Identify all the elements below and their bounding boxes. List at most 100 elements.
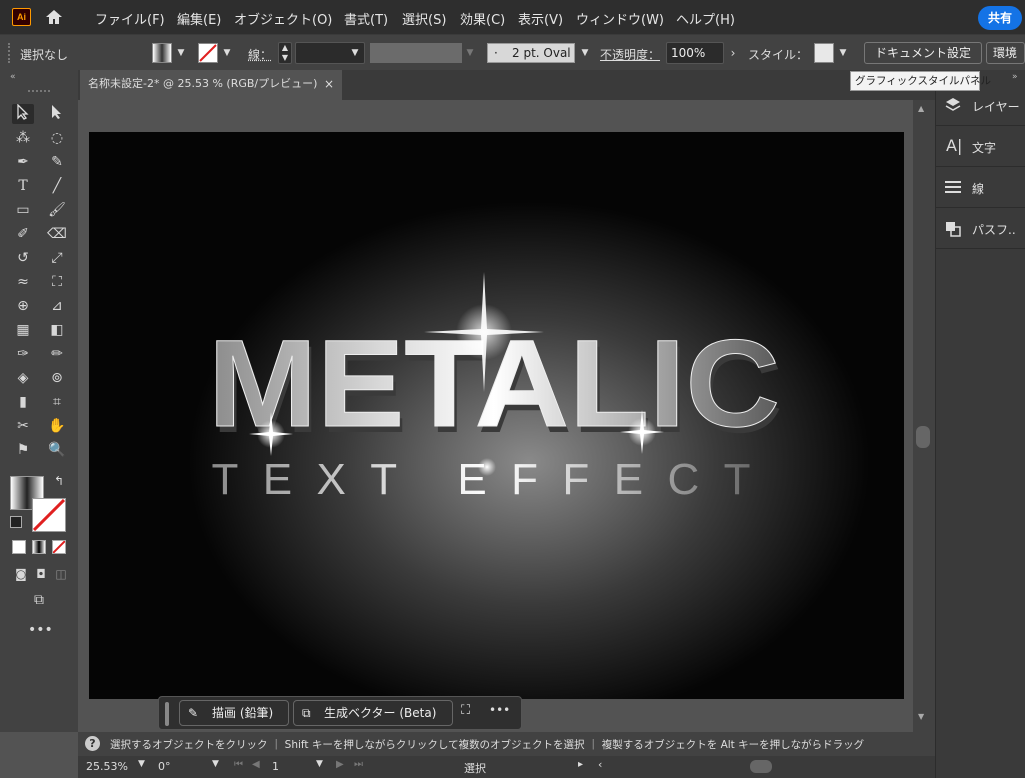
- opacity-input[interactable]: 100%: [666, 42, 724, 64]
- blend-tool-icon[interactable]: ◈: [12, 368, 34, 388]
- panel-character[interactable]: A| 文字: [936, 127, 1025, 167]
- line-tool-icon[interactable]: ╱: [46, 176, 68, 196]
- document-setup-button[interactable]: ドキュメント設定: [864, 42, 982, 64]
- menu-window[interactable]: ウィンドウ(W): [576, 9, 664, 28]
- brush-definition[interactable]: · 2 pt. Oval: [487, 43, 575, 63]
- draw-behind-icon[interactable]: ◘: [30, 564, 52, 584]
- type-tool-icon[interactable]: T: [12, 176, 34, 196]
- fill-swatch[interactable]: [152, 43, 172, 63]
- lasso-tool-icon[interactable]: ◌: [46, 128, 68, 148]
- width-tool-icon[interactable]: ≈: [12, 272, 34, 292]
- menu-object[interactable]: オブジェクト(O): [234, 9, 332, 28]
- rectangle-tool-icon[interactable]: ▭: [12, 200, 34, 220]
- stroke-dropdown-icon[interactable]: ▼: [220, 43, 234, 63]
- tab-close-icon[interactable]: ×: [324, 70, 334, 98]
- scale-tool-icon[interactable]: ⤢: [46, 248, 68, 268]
- edit-toolbar-icon[interactable]: •••: [28, 620, 53, 640]
- document-tab[interactable]: 名称未設定-2* @ 25.53 % (RGB/プレビュー) ×: [80, 70, 342, 100]
- next-artboard-icon[interactable]: ▶: [336, 759, 344, 770]
- curvature-tool-icon[interactable]: ✎: [46, 152, 68, 172]
- scroll-down-icon[interactable]: ▼: [918, 712, 924, 721]
- draw-pencil-button[interactable]: ✎ 描画 (鉛筆): [179, 700, 289, 726]
- toggle-screen-mode-icon[interactable]: ⚑: [12, 440, 34, 460]
- more-options-icon[interactable]: •••: [489, 703, 510, 717]
- default-fill-stroke-icon[interactable]: [10, 516, 22, 528]
- hand-tool-icon[interactable]: ✋: [46, 416, 68, 436]
- rotation-value[interactable]: 0°: [158, 760, 171, 773]
- zoom-level[interactable]: 25.53%: [86, 760, 128, 773]
- opacity-label[interactable]: 不透明度：: [600, 46, 660, 63]
- column-graph-tool-icon[interactable]: ▮: [12, 392, 34, 412]
- shaper-tool-icon[interactable]: ✐: [12, 224, 34, 244]
- menu-edit[interactable]: 編集(E): [177, 9, 221, 28]
- artboard-dropdown-icon[interactable]: ▼: [316, 759, 323, 769]
- gradient-tool-icon[interactable]: ◧: [46, 320, 68, 340]
- horizontal-scroll-thumb[interactable]: [750, 760, 772, 773]
- stroke-weight-input[interactable]: ▼: [295, 42, 365, 64]
- change-screen-mode-icon[interactable]: ⧉: [28, 590, 50, 610]
- style-dropdown-icon[interactable]: ▼: [836, 43, 850, 63]
- menu-type[interactable]: 書式(T): [344, 9, 388, 28]
- share-button[interactable]: 共有: [978, 6, 1022, 30]
- menu-help[interactable]: ヘルプ(H): [676, 9, 735, 28]
- opacity-expand-icon[interactable]: ›: [726, 43, 740, 63]
- stroke-swatch[interactable]: [198, 43, 218, 63]
- preferences-button[interactable]: 環境: [986, 42, 1025, 64]
- scrollbar-thumb[interactable]: [916, 426, 930, 448]
- mesh-tool-icon[interactable]: ▦: [12, 320, 34, 340]
- artboard-tool-icon[interactable]: ⌗: [46, 392, 68, 412]
- rotate-tool-icon[interactable]: ↺: [12, 248, 34, 268]
- direct-selection-tool-icon[interactable]: [46, 104, 68, 124]
- last-artboard-icon[interactable]: ⏭: [354, 759, 363, 770]
- menu-effect[interactable]: 効果(C): [460, 9, 505, 28]
- prev-artboard-icon[interactable]: ◀: [252, 759, 260, 770]
- shape-builder-tool-icon[interactable]: ⊕: [12, 296, 34, 316]
- scroll-up-icon[interactable]: ▲: [918, 104, 924, 113]
- first-artboard-icon[interactable]: ⏮: [234, 759, 243, 770]
- panel-stroke[interactable]: 線: [936, 168, 1025, 208]
- help-icon[interactable]: ?: [85, 736, 100, 751]
- drag-handle[interactable]: [8, 43, 10, 63]
- none-mode-icon[interactable]: [52, 540, 66, 554]
- scroll-left-icon[interactable]: ‹: [598, 758, 602, 771]
- color-mode-icon[interactable]: [12, 540, 26, 554]
- symbol-sprayer-tool-icon[interactable]: ⊚: [46, 368, 68, 388]
- status-menu-icon[interactable]: ▸: [578, 759, 583, 770]
- stroke-weight-dropdown-icon[interactable]: ▼: [348, 43, 362, 63]
- variable-width-profile[interactable]: [370, 43, 462, 63]
- draw-normal-icon[interactable]: ◙: [10, 564, 32, 584]
- profile-dropdown-icon[interactable]: ▼: [463, 43, 477, 63]
- stroke-weight-stepper[interactable]: ▲ ▼: [278, 42, 292, 64]
- fill-dropdown-icon[interactable]: ▼: [174, 43, 188, 63]
- measure-tool-icon[interactable]: ✏: [46, 344, 68, 364]
- swap-fill-stroke-icon[interactable]: ↰: [54, 474, 64, 488]
- image-options-icon[interactable]: ⛶: [461, 703, 470, 718]
- rotation-dropdown-icon[interactable]: ▼: [212, 759, 219, 769]
- gradient-mode-icon[interactable]: [32, 540, 46, 554]
- pen-tool-icon[interactable]: ✒: [12, 152, 34, 172]
- eyedropper-tool-icon[interactable]: ✑: [12, 344, 34, 364]
- expand-panels-icon[interactable]: »: [1012, 72, 1018, 82]
- collapse-toolbar-icon[interactable]: «: [10, 72, 16, 82]
- paintbrush-tool-icon[interactable]: 🖌: [46, 200, 68, 220]
- menu-select[interactable]: 選択(S): [402, 9, 446, 28]
- vertical-scrollbar[interactable]: ▲ ▼: [913, 100, 935, 732]
- menu-view[interactable]: 表示(V): [518, 9, 563, 28]
- generative-vector-button[interactable]: ⧉ 生成ベクター (Beta): [293, 700, 453, 726]
- toolbar-grip[interactable]: [28, 90, 50, 92]
- taskbar-grip[interactable]: [165, 702, 169, 726]
- draw-inside-icon[interactable]: ◫: [50, 564, 72, 584]
- graphic-style-swatch[interactable]: [814, 43, 834, 63]
- eraser-tool-icon[interactable]: ⌫: [46, 224, 68, 244]
- stroke-color-box[interactable]: [32, 498, 66, 532]
- zoom-dropdown-icon[interactable]: ▼: [138, 759, 145, 769]
- menu-file[interactable]: ファイル(F): [95, 9, 165, 28]
- free-transform-tool-icon[interactable]: ⛶: [46, 272, 68, 292]
- home-icon[interactable]: [44, 8, 64, 26]
- artboard[interactable]: METALIC METALIC TEXT EFFECT: [89, 132, 904, 699]
- brush-dropdown-icon[interactable]: ▼: [578, 43, 592, 63]
- selection-tool-icon[interactable]: [12, 103, 34, 124]
- zoom-tool-icon[interactable]: 🔍: [46, 440, 68, 460]
- perspective-grid-tool-icon[interactable]: ⊿: [46, 296, 68, 316]
- panel-pathfinder[interactable]: パスフ..: [936, 209, 1025, 249]
